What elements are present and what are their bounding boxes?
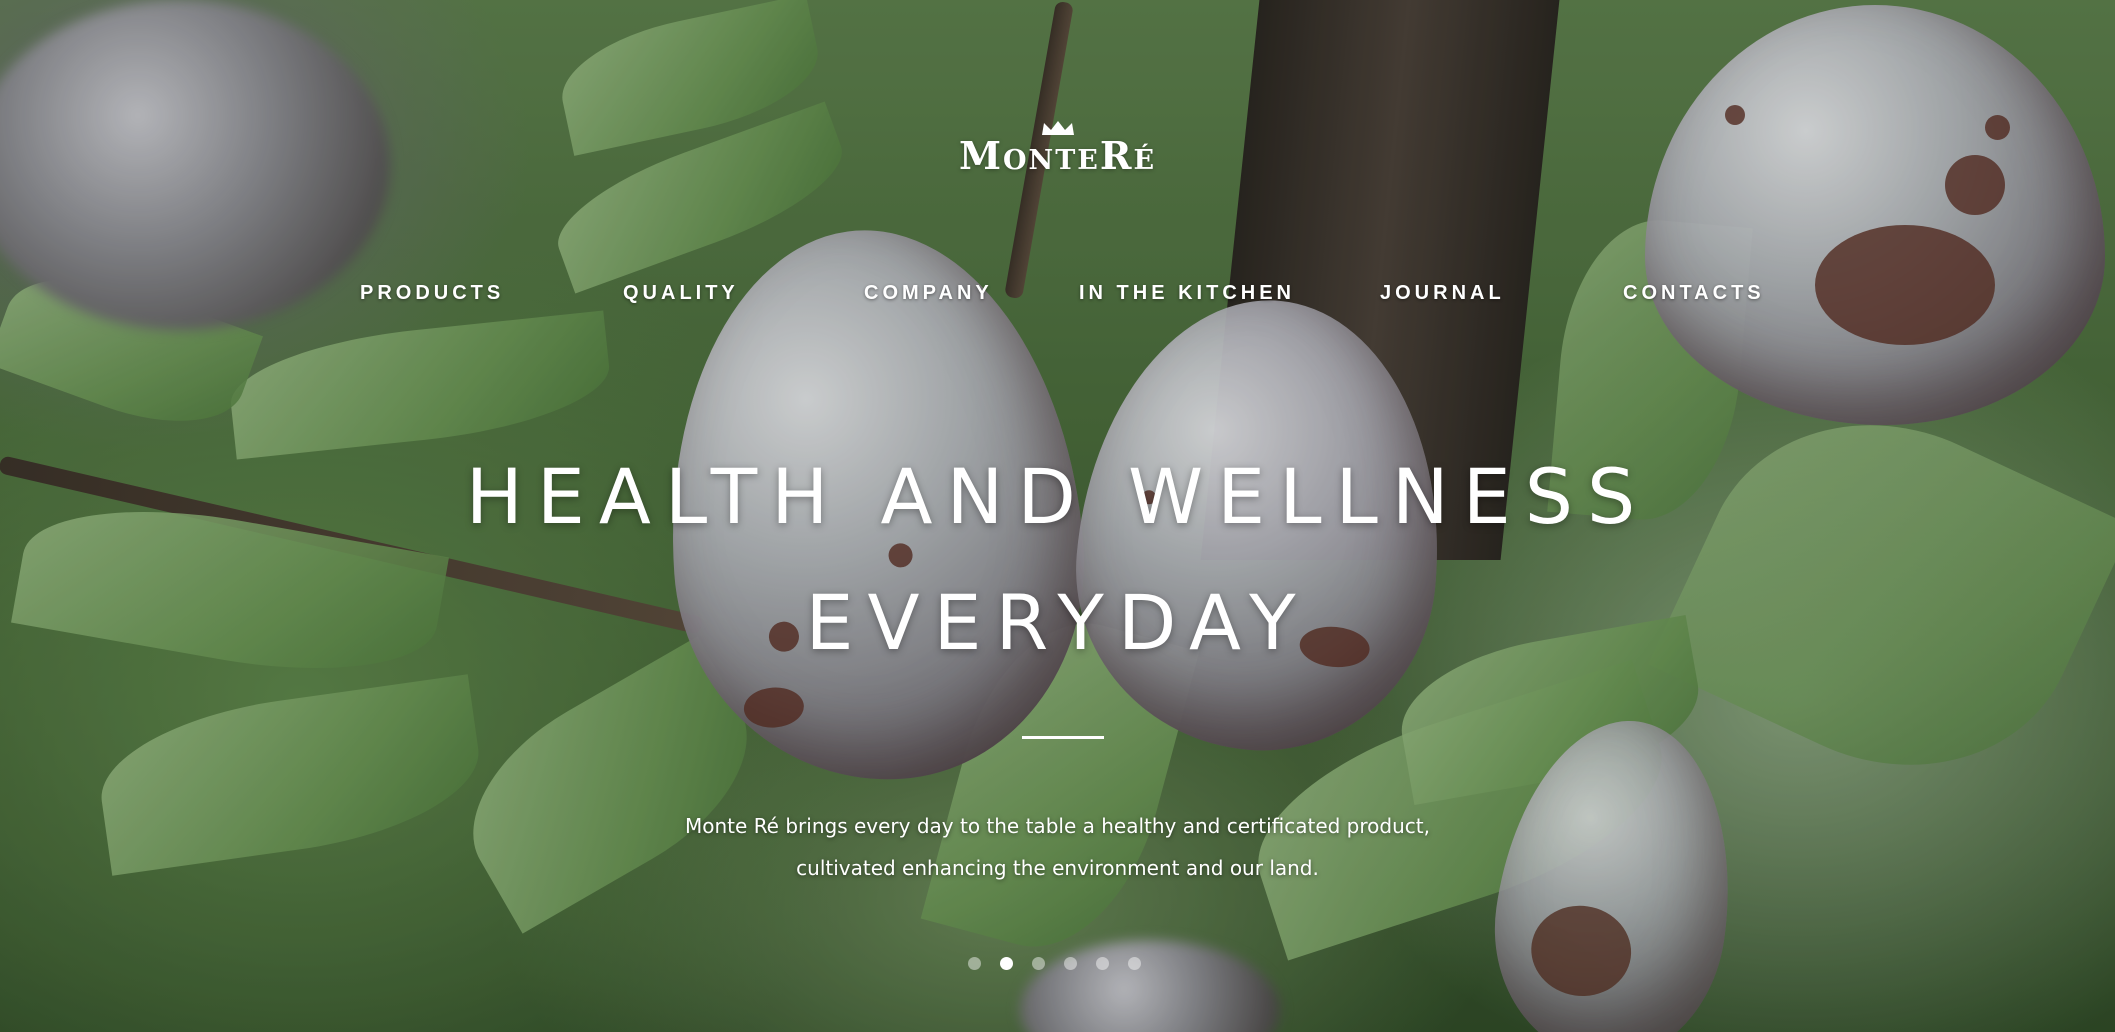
hero-headline-line-1: HEALTH AND WELLNESS [465,452,1650,541]
slider-dot-3[interactable] [1032,957,1045,970]
nav-item-in-the-kitchen[interactable]: IN THE KITCHEN [1079,282,1295,305]
logo-wordmark: MonteRé [958,133,1157,178]
brand-logo[interactable]: MonteRé [0,115,2115,178]
main-navigation: PRODUCTS QUALITY COMPANY IN THE KITCHEN … [0,282,2115,312]
hero-subtitle-line-2: cultivated enhancing the environment and… [796,856,1319,880]
hero-subtitle-line-1: Monte Ré brings every day to the table a… [685,814,1430,838]
slider-pagination [968,957,1141,971]
nav-item-contacts[interactable]: CONTACTS [1623,282,1765,305]
hero-banner: MonteRé PRODUCTS QUALITY COMPANY IN THE … [0,0,2115,1032]
nav-item-products[interactable]: PRODUCTS [360,282,504,305]
slider-dot-6[interactable] [1128,957,1141,970]
slider-dot-4[interactable] [1064,957,1077,970]
hero-subtitle: Monte Ré brings every day to the table a… [0,805,2115,889]
nav-item-journal[interactable]: JOURNAL [1380,282,1505,305]
nav-item-quality[interactable]: QUALITY [623,282,739,305]
crown-icon [1041,121,1074,135]
headline-divider [1022,736,1104,739]
slider-dot-2[interactable] [1000,957,1013,970]
slider-dot-5[interactable] [1096,957,1109,970]
slider-dot-1[interactable] [968,957,981,970]
nav-item-company[interactable]: COMPANY [864,282,993,305]
hero-headline-line-2: EVERYDAY [805,578,1310,667]
